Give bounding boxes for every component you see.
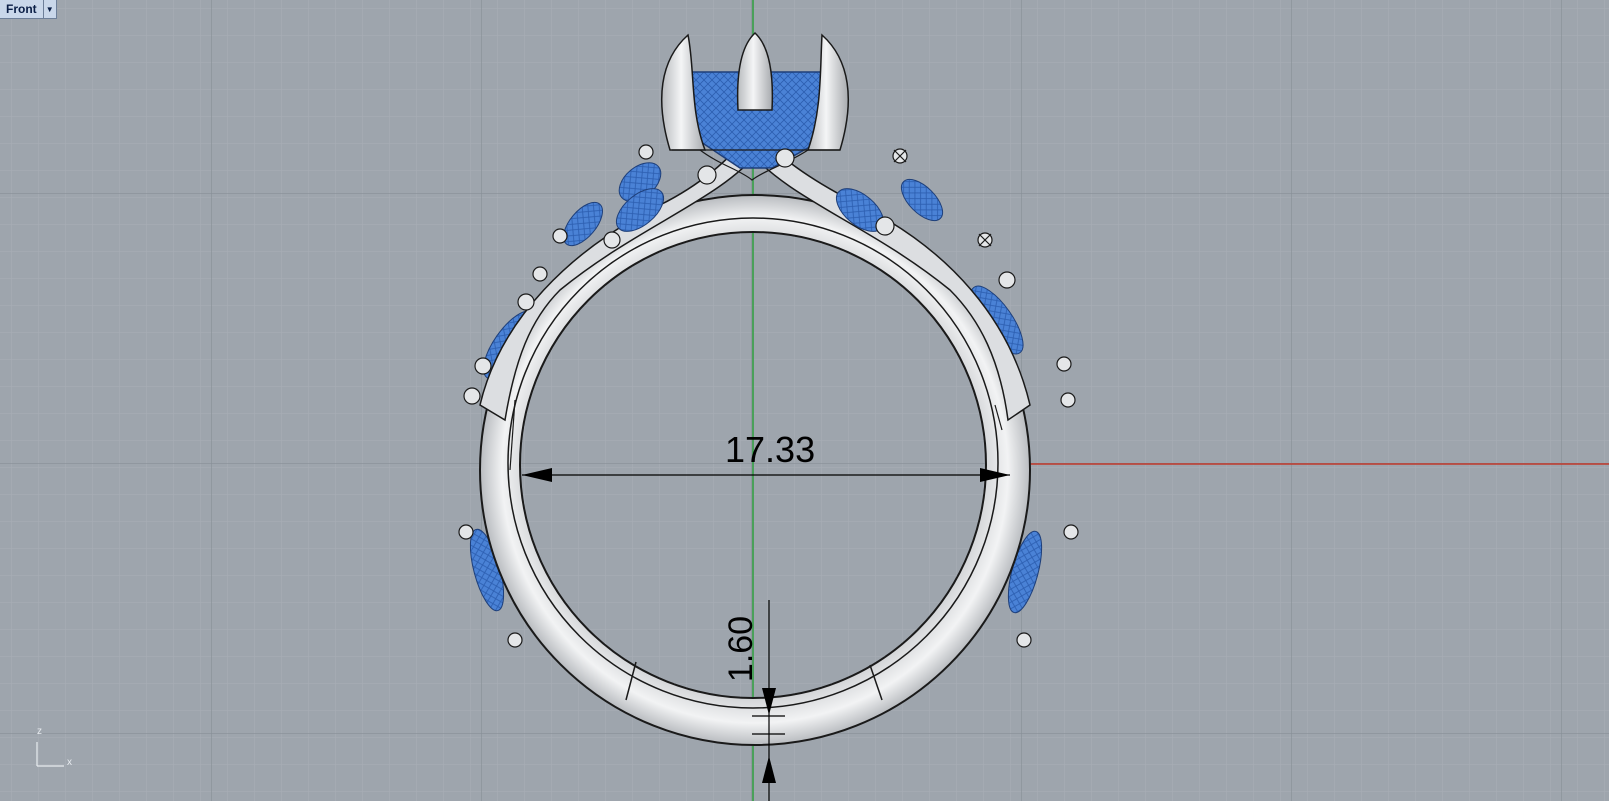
dimension-diameter-label[interactable]: 17.33 [725, 432, 815, 468]
viewport-title[interactable]: Front [0, 0, 43, 18]
dimension-thickness-label[interactable]: 1.60 [722, 616, 760, 682]
viewport-canvas[interactable] [0, 0, 1609, 801]
chevron-down-icon[interactable]: ▼ [42, 0, 56, 18]
front-viewport[interactable]: 17.33 1.60 z x Front ▼ [0, 0, 1609, 801]
viewport-title-tab[interactable]: Front ▼ [0, 0, 57, 19]
axis-gizmo-x-label: x [67, 757, 72, 768]
axis-gizmo-z-label: z [37, 726, 42, 737]
